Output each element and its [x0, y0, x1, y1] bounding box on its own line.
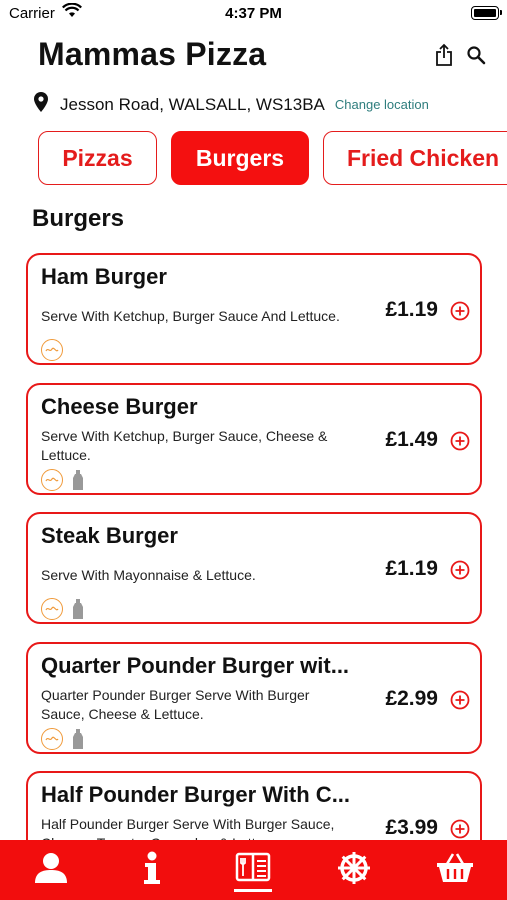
sauce-bottle-icon [73, 470, 83, 490]
profile-icon [33, 852, 69, 889]
add-item-icon[interactable] [450, 819, 470, 839]
menu-icon [235, 852, 271, 889]
battery-icon [471, 6, 502, 20]
item-price: £1.49 [385, 428, 438, 451]
category-pizzas[interactable]: Pizzas [38, 131, 157, 185]
page-title: Mammas Pizza [38, 36, 267, 72]
menu-item-card[interactable]: Cheese Burger Serve With Ketchup, Burger… [26, 383, 482, 495]
item-price: £2.99 [385, 687, 438, 710]
change-location-link[interactable]: Change location [335, 97, 429, 112]
sauce-bottle-icon [73, 599, 83, 619]
search-icon[interactable] [465, 42, 487, 68]
item-name: Quarter Pounder Burger wit... [41, 653, 350, 678]
item-description: Serve With Ketchup, Burger Sauce And Let… [41, 308, 340, 324]
category-fried-chicken[interactable]: Fried Chicken [323, 131, 507, 185]
tab-info[interactable] [101, 840, 202, 900]
active-tab-indicator [233, 889, 272, 892]
item-price: £1.19 [385, 298, 438, 321]
menu-item-card[interactable]: Steak Burger Serve With Mayonnaise & Let… [26, 512, 482, 624]
tab-profile[interactable] [0, 840, 101, 900]
tab-basket[interactable] [404, 840, 505, 900]
clock: 4:37 PM [225, 5, 282, 22]
sauce-bottle-icon [73, 729, 83, 749]
item-price: £1.19 [385, 557, 438, 580]
item-price: £3.99 [385, 816, 438, 839]
item-name: Half Pounder Burger With C... [41, 782, 351, 807]
item-description: Serve With Ketchup, Burger Sauce, Cheese… [41, 428, 328, 463]
item-description: Quarter Pounder Burger Serve With Burger… [41, 687, 310, 722]
add-item-icon[interactable] [450, 301, 470, 321]
info-icon [141, 851, 163, 890]
location-address: Jesson Road, WALSALL, WS13BA [60, 94, 325, 114]
settings-wheel-icon [336, 850, 372, 891]
add-item-icon[interactable] [450, 560, 470, 580]
tab-settings[interactable] [303, 840, 404, 900]
halal-icon [41, 469, 63, 491]
category-tabs: Pizzas Burgers Fried Chicken [38, 131, 507, 189]
section-title: Burgers [32, 205, 125, 232]
menu-item-card[interactable]: Ham Burger Serve With Ketchup, Burger Sa… [26, 253, 482, 365]
halal-icon [41, 598, 63, 620]
add-item-icon[interactable] [450, 431, 470, 451]
item-name: Steak Burger [41, 523, 178, 548]
item-name: Ham Burger [41, 264, 167, 289]
halal-icon [41, 339, 63, 361]
status-bar: Carrier 4:37 PM [0, 0, 507, 28]
category-burgers[interactable]: Burgers [171, 131, 309, 185]
delivery-location: Jesson Road, WALSALL, WS13BA Change loca… [34, 92, 429, 117]
item-description: Serve With Mayonnaise & Lettuce. [41, 567, 256, 583]
add-item-icon[interactable] [450, 690, 470, 710]
item-name: Cheese Burger [41, 394, 198, 419]
tab-menu[interactable] [202, 840, 303, 900]
basket-icon [436, 852, 474, 889]
halal-icon [41, 728, 63, 750]
location-pin-icon [34, 92, 48, 117]
tab-bar [0, 840, 507, 900]
menu-item-card[interactable]: Quarter Pounder Burger wit... Quarter Po… [26, 642, 482, 754]
share-icon[interactable] [433, 42, 455, 68]
